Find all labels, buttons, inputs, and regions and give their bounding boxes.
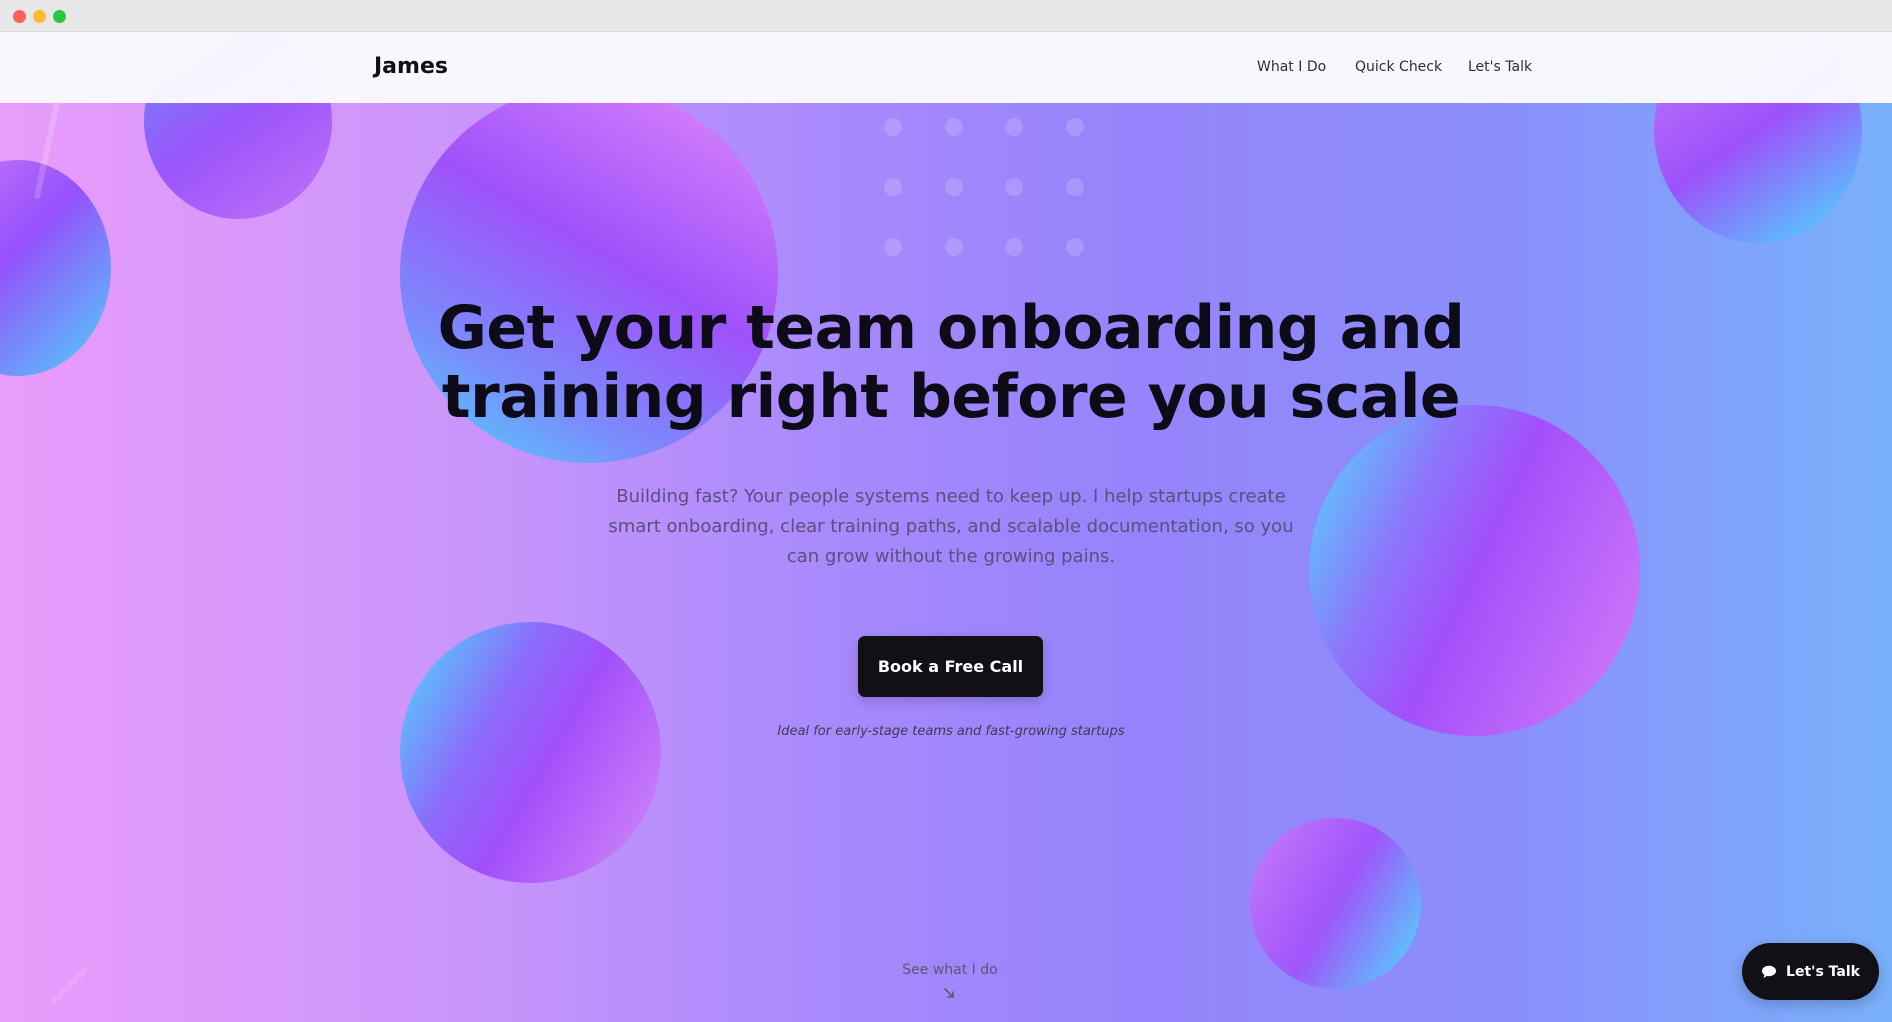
headline-line: Get your team onboarding and — [437, 293, 1465, 363]
browser-window: James What I Do Quick Check Let's Talk G… — [0, 0, 1892, 1022]
chat-bubble-icon — [1762, 965, 1777, 978]
decorative-orb — [1250, 818, 1421, 989]
window-titlebar — [0, 0, 1892, 32]
subtitle-line: smart onboarding, clear training paths, … — [608, 516, 1294, 537]
hero-section: James What I Do Quick Check Let's Talk G… — [0, 32, 1892, 1022]
decorative-streak — [49, 966, 89, 1006]
grid-dot — [945, 118, 963, 136]
grid-dot — [945, 178, 963, 196]
chat-widget-label: Let's Talk — [1786, 963, 1860, 980]
hero-subtitle: Building fast? Your people systems need … — [606, 482, 1296, 572]
grid-dot — [1066, 238, 1084, 256]
subtitle-line: Building fast? Your people systems need … — [616, 486, 1286, 507]
chat-widget-button[interactable]: Let's Talk — [1742, 943, 1879, 1000]
nav-link-what-i-do[interactable]: What I Do — [1257, 59, 1326, 75]
grid-dot — [884, 178, 902, 196]
see-what-i-do-link[interactable]: See what I do — [850, 962, 1050, 978]
decorative-orb — [400, 622, 661, 883]
brand-logo[interactable]: James — [374, 54, 448, 79]
grid-dot — [884, 118, 902, 136]
audience-note: Ideal for early-stage teams and fast-gro… — [777, 724, 1125, 739]
decorative-orb — [1309, 405, 1640, 736]
subtitle-line: can grow without the growing pains. — [786, 546, 1116, 567]
grid-dot — [1066, 178, 1084, 196]
minimize-window-button[interactable] — [33, 10, 46, 23]
top-navbar: James What I Do Quick Check Let's Talk — [0, 32, 1892, 103]
book-free-call-button[interactable]: Book a Free Call — [858, 636, 1043, 697]
close-window-button[interactable] — [13, 10, 26, 23]
decorative-dot-grid — [884, 118, 1084, 278]
nav-link-lets-talk[interactable]: Let's Talk — [1468, 59, 1532, 75]
nav-link-quick-check[interactable]: Quick Check — [1355, 59, 1442, 75]
grid-dot — [884, 238, 902, 256]
grid-dot — [1005, 118, 1023, 136]
headline-line: training right before you scale — [441, 362, 1461, 432]
arrow-down-icon[interactable] — [941, 986, 957, 1002]
grid-dot — [1005, 238, 1023, 256]
grid-dot — [945, 238, 963, 256]
grid-dot — [1005, 178, 1023, 196]
hero-headline: Get your team onboarding and training ri… — [396, 294, 1506, 432]
decorative-orb — [0, 160, 111, 376]
maximize-window-button[interactable] — [53, 10, 66, 23]
grid-dot — [1066, 118, 1084, 136]
